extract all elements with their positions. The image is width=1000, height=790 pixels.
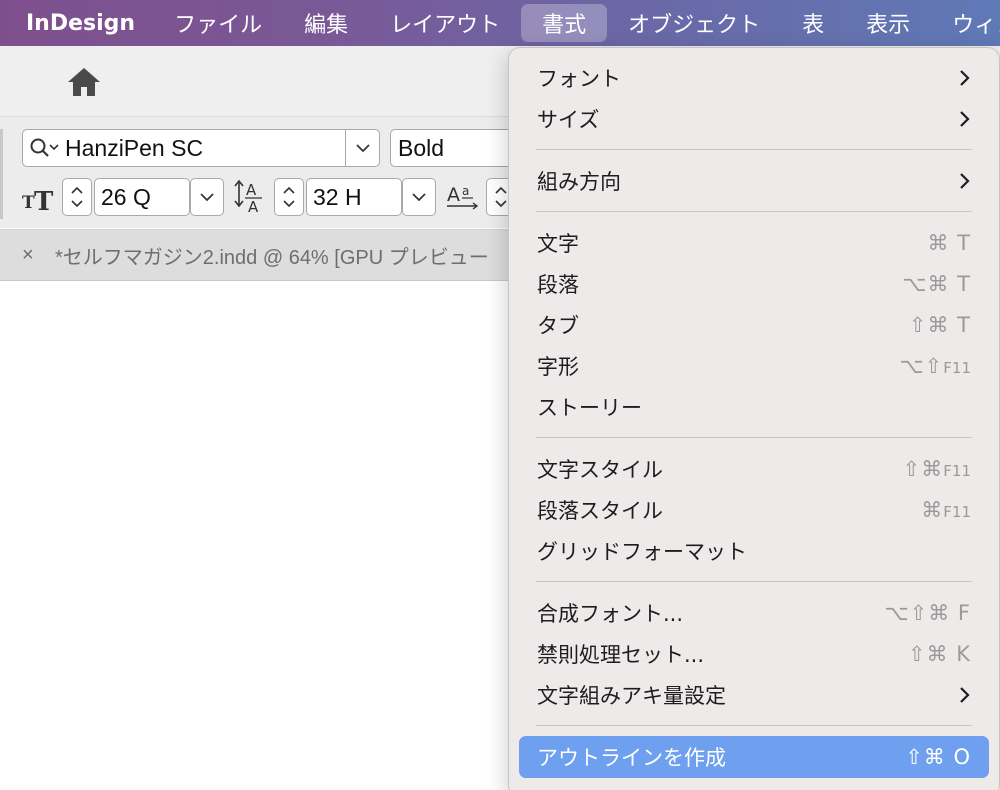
menu-file[interactable]: ファイル bbox=[153, 4, 283, 42]
menu-item-label: 文字組みアキ量設定 bbox=[537, 684, 726, 708]
menu-type[interactable]: 書式 bbox=[521, 4, 608, 42]
font-size-icon: T T bbox=[22, 187, 54, 213]
kerning-icon: A a bbox=[447, 184, 479, 210]
chevron-right-icon bbox=[957, 109, 971, 129]
font-size-value: 26 Q bbox=[101, 183, 151, 210]
menu-bar: InDesign ファイル 編集 レイアウト 書式 オブジェクト 表 表示 ウィ… bbox=[0, 0, 1000, 46]
menu-item-create-outlines[interactable]: アウトラインを作成 ⇧⌘ O bbox=[519, 736, 989, 778]
leading-dropdown[interactable] bbox=[402, 178, 436, 216]
font-size-input[interactable]: 26 Q bbox=[94, 178, 190, 216]
home-icon[interactable] bbox=[66, 66, 102, 98]
menu-separator bbox=[536, 725, 972, 726]
menu-item-font[interactable]: フォント bbox=[519, 58, 989, 98]
menu-item-shortcut: ⇧⌘F11 bbox=[903, 457, 971, 481]
document-tab-title: *セルフマガジン2.indd @ 64% [GPU プレビュー bbox=[55, 246, 489, 269]
menu-item-shortcut: ⌥⇧⌘ F bbox=[884, 601, 971, 625]
menu-edit[interactable]: 編集 bbox=[283, 4, 369, 42]
shortcut-key: F11 bbox=[943, 503, 971, 521]
menu-item-label: ストーリー bbox=[537, 396, 642, 420]
menu-item-shortcut: ⇧⌘ O bbox=[905, 745, 971, 769]
chevron-right-icon bbox=[957, 171, 971, 191]
svg-text:A: A bbox=[248, 198, 259, 215]
menu-item-label: サイズ bbox=[537, 108, 600, 132]
leading-stepper[interactable] bbox=[274, 178, 304, 216]
menu-window[interactable]: ウィン bbox=[931, 4, 1000, 42]
font-size-stepper[interactable] bbox=[62, 178, 92, 216]
shortcut-modifiers: ⌘ bbox=[921, 498, 944, 522]
chevron-down-icon[interactable] bbox=[345, 130, 379, 166]
menu-separator bbox=[536, 437, 972, 438]
menu-item-label: 字形 bbox=[537, 355, 579, 379]
menu-item-label: 文字スタイル bbox=[537, 458, 663, 482]
font-size-dropdown[interactable] bbox=[190, 178, 224, 216]
menu-item-glyphs[interactable]: 字形 ⌥⇧F11 bbox=[519, 346, 989, 386]
menu-item-label: 段落スタイル bbox=[537, 499, 663, 523]
leading-value: 32 H bbox=[313, 183, 362, 210]
menu-item-label: フォント bbox=[537, 67, 621, 91]
font-family-field[interactable]: HanziPen SC bbox=[22, 129, 380, 167]
chevron-right-icon bbox=[957, 685, 971, 705]
type-menu-dropdown: フォント サイズ 組み方向 文字 ⌘ T 段落 ⌥⌘ T タブ ⇧⌘ T 字形 … bbox=[508, 47, 1000, 790]
menu-view[interactable]: 表示 bbox=[845, 4, 931, 42]
menu-item-mojikumi[interactable]: 文字組みアキ量設定 bbox=[519, 675, 989, 715]
menu-item-label: 文字 bbox=[537, 232, 579, 256]
menu-item-tabs[interactable]: タブ ⇧⌘ T bbox=[519, 305, 989, 345]
chevron-down-icon bbox=[200, 193, 214, 202]
menu-item-shortcut: ⌥⇧F11 bbox=[899, 354, 971, 378]
font-style-value: Bold bbox=[398, 134, 445, 161]
svg-text:T: T bbox=[34, 187, 54, 213]
close-icon[interactable]: × bbox=[22, 244, 44, 267]
menu-item-label: グリッドフォーマット bbox=[537, 540, 747, 564]
menu-item-character[interactable]: 文字 ⌘ T bbox=[519, 223, 989, 263]
menu-table[interactable]: 表 bbox=[781, 4, 845, 42]
menu-item-shortcut: ⌥⌘ T bbox=[902, 272, 971, 296]
search-icon[interactable] bbox=[23, 130, 65, 166]
panel-edge bbox=[0, 129, 3, 219]
leading-input[interactable]: 32 H bbox=[306, 178, 402, 216]
menu-item-label: アウトラインを作成 bbox=[537, 746, 726, 770]
leading-icon: A A bbox=[234, 179, 262, 215]
menu-app-indesign[interactable]: InDesign bbox=[0, 4, 153, 42]
menu-item-label: 組み方向 bbox=[537, 170, 621, 194]
font-family-value: HanziPen SC bbox=[65, 134, 204, 161]
menu-separator bbox=[536, 211, 972, 212]
chevron-right-icon bbox=[957, 68, 971, 88]
menu-item-shortcut: ⌘ T bbox=[927, 231, 971, 255]
shortcut-modifiers: ⇧⌘ bbox=[902, 457, 944, 481]
menu-object[interactable]: オブジェクト bbox=[607, 4, 781, 42]
menu-item-label: 合成フォント... bbox=[537, 602, 684, 626]
menu-item-composite-fonts[interactable]: 合成フォント... ⌥⇧⌘ F bbox=[519, 593, 989, 633]
chevron-down-icon bbox=[412, 193, 426, 202]
shortcut-key: F11 bbox=[943, 359, 971, 377]
menu-item-paragraph[interactable]: 段落 ⌥⌘ T bbox=[519, 264, 989, 304]
menu-item-size[interactable]: サイズ bbox=[519, 99, 989, 139]
svg-text:A: A bbox=[447, 184, 460, 206]
menu-item-shortcut: ⇧⌘ K bbox=[907, 642, 971, 666]
menu-item-grid-format[interactable]: グリッドフォーマット bbox=[519, 531, 989, 571]
menu-separator bbox=[536, 149, 972, 150]
menu-item-label: タブ bbox=[537, 314, 579, 338]
svg-text:A: A bbox=[246, 181, 257, 199]
menu-separator bbox=[536, 581, 972, 582]
menu-item-direction[interactable]: 組み方向 bbox=[519, 161, 989, 201]
menu-item-label: 段落 bbox=[537, 273, 579, 297]
menu-item-story[interactable]: ストーリー bbox=[519, 387, 989, 427]
menu-item-character-styles[interactable]: 文字スタイル ⇧⌘F11 bbox=[519, 449, 989, 489]
shortcut-modifiers: ⌥⇧ bbox=[899, 354, 944, 378]
menu-item-kinsoku-sets[interactable]: 禁則処理セット... ⇧⌘ K bbox=[519, 634, 989, 674]
svg-text:a: a bbox=[462, 184, 469, 198]
menu-item-shortcut: ⇧⌘ T bbox=[908, 313, 971, 337]
menu-item-label: 禁則処理セット... bbox=[537, 643, 705, 667]
shortcut-key: F11 bbox=[943, 462, 971, 480]
menu-layout[interactable]: レイアウト bbox=[369, 4, 521, 42]
menu-item-paragraph-styles[interactable]: 段落スタイル ⌘F11 bbox=[519, 490, 989, 530]
menu-item-shortcut: ⌘F11 bbox=[921, 498, 971, 522]
